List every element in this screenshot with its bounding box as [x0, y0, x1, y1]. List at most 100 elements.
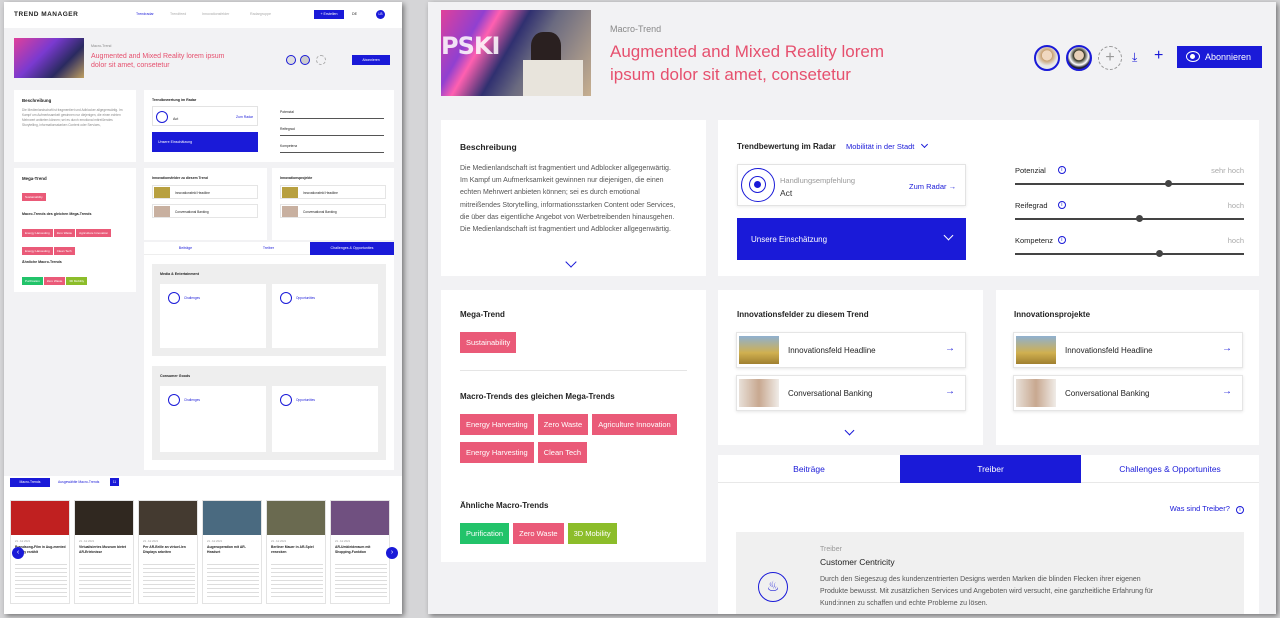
- what-are-drivers-link[interactable]: Was sind Treiber? i: [1170, 504, 1244, 514]
- innov-field-item-mini[interactable]: Innovationsfeld Headline: [152, 185, 258, 199]
- innov-project-item-mini[interactable]: Conversational Banking: [280, 204, 386, 218]
- similar-trend-tag[interactable]: Zero Waste: [513, 523, 564, 544]
- tab-macro-trends[interactable]: Macro-Trends: [10, 478, 50, 487]
- similar-tag-mini[interactable]: Zero Waste: [43, 277, 66, 285]
- slider-track[interactable]: [1015, 253, 1244, 255]
- innovation-project-item[interactable]: Conversational Banking →: [1013, 375, 1243, 411]
- slider-track-mini[interactable]: [280, 118, 384, 119]
- innov-field-item-mini[interactable]: Conversational Banking: [152, 204, 258, 218]
- add-follower-icon[interactable]: [316, 55, 326, 65]
- follower-avatar[interactable]: [300, 55, 310, 65]
- subscribe-button[interactable]: Abonnieren: [1177, 46, 1262, 68]
- macro-trend-tag[interactable]: Clean Tech: [537, 442, 588, 463]
- next-arrow-icon[interactable]: ›: [386, 547, 398, 559]
- macro-tag-mini[interactable]: Zero Waste: [53, 229, 76, 237]
- rating-card: Trendbewertung im Radar Mobilität in der…: [718, 120, 1259, 276]
- slider-hint: hoch: [1227, 236, 1244, 245]
- tab-challenges[interactable]: Challenges & Opportunites: [1081, 455, 1259, 483]
- count-badge: 11: [110, 478, 119, 486]
- radar-select[interactable]: Mobilität in der Stadt: [846, 140, 929, 151]
- assessment-dropdown[interactable]: Unsere Einschätzung: [737, 218, 966, 260]
- nav-radargruppe[interactable]: Radargruppe: [250, 12, 271, 16]
- app-logo[interactable]: TREND MANAGER: [14, 11, 78, 18]
- news-card[interactable]: 21. Jul 2021 Virtualisiertes Museum biet…: [74, 500, 134, 604]
- news-title: AR-Umkleideraum mit Shopping-Funktion: [335, 545, 371, 554]
- macro-trends-title: Macro-Trends des gleichen Mega-Trends: [460, 392, 615, 401]
- slider-track-mini[interactable]: [280, 135, 384, 136]
- info-icon[interactable]: i: [1057, 166, 1066, 174]
- info-icon[interactable]: i: [1057, 236, 1066, 244]
- slider-track[interactable]: [1015, 218, 1244, 220]
- follower-avatar[interactable]: [286, 55, 296, 65]
- news-card[interactable]: 21. Jul 2021 AR-Umkleideraum mit Shoppin…: [330, 500, 390, 604]
- to-radar-link-mini[interactable]: Zum Radar: [236, 115, 253, 119]
- driver-overline: Treiber: [820, 546, 842, 553]
- macro-tag-mini[interactable]: Energy Harvesting: [22, 247, 53, 255]
- slider-knob[interactable]: [1156, 250, 1164, 257]
- header-image: PSKI: [441, 10, 591, 96]
- mega-tag-mini[interactable]: Sustainability: [22, 193, 46, 201]
- slider-knob[interactable]: [1165, 180, 1173, 187]
- news-image: [331, 501, 389, 535]
- slider-knob[interactable]: [1135, 215, 1143, 222]
- nav-trendfeed[interactable]: Trendfeed: [170, 12, 186, 16]
- tab-beitraege-mini[interactable]: Beiträge: [144, 242, 227, 255]
- innovation-field-item[interactable]: Conversational Banking →: [736, 375, 966, 411]
- prev-arrow-icon[interactable]: ‹: [12, 547, 24, 559]
- to-radar-link[interactable]: Zum Radar →: [909, 182, 956, 191]
- news-card[interactable]: 21. Jul 2021 Berliner Mauer in AR-Spiel …: [266, 500, 326, 604]
- slider-track-mini[interactable]: [280, 152, 384, 153]
- nav-innovationsfelder[interactable]: Innovationsfelder: [202, 12, 229, 16]
- tab-beitraege[interactable]: Beiträge: [718, 455, 900, 483]
- similar-trend-tag[interactable]: Purification: [460, 523, 510, 544]
- macro-tag-mini[interactable]: Agriculture Innovation: [76, 229, 112, 237]
- innovation-project-item[interactable]: Innovationsfeld Headline →: [1013, 332, 1243, 368]
- similar-tag-mini[interactable]: 3D Mobility: [66, 277, 88, 285]
- tab-challenges-mini[interactable]: Challenges & Opportunites: [310, 242, 394, 255]
- tab-treiber[interactable]: Treiber: [900, 455, 1081, 483]
- innovation-field-item[interactable]: Innovationsfeld Headline →: [736, 332, 966, 368]
- add-follower-icon[interactable]: +: [1098, 46, 1122, 70]
- driver-item[interactable]: Treiber Customer Centricity Durch den Si…: [736, 532, 1244, 614]
- expand-chevron-icon[interactable]: [844, 425, 855, 436]
- macro-tag-mini[interactable]: Energy Harvesting: [22, 229, 53, 237]
- news-card[interactable]: 21. Jul 2021 Per AR-Brille an virtuel-le…: [138, 500, 198, 604]
- follower-avatar[interactable]: [1066, 45, 1092, 71]
- add-icon[interactable]: +: [1154, 47, 1163, 65]
- recommendation-value-mini: Act: [173, 117, 179, 121]
- news-title: Berliner Mauer in AR-Spiel erwecken: [271, 545, 314, 554]
- avatar[interactable]: LB: [376, 10, 385, 19]
- challenges-card-mini: Beiträge Treiber Challenges & Opportunit…: [144, 242, 394, 470]
- news-date: 21. Jul 2021: [79, 539, 95, 543]
- assessment-button-mini[interactable]: Unsere Einschätzung: [152, 132, 258, 152]
- nav-trendradar[interactable]: Trendradar: [136, 12, 154, 16]
- thumbnail: [739, 336, 779, 364]
- macro-tag-mini[interactable]: Clean Tech: [53, 247, 75, 255]
- tab-bar: Beiträge Treiber Challenges & Opportunit…: [718, 455, 1259, 483]
- follower-avatar[interactable]: [1034, 45, 1060, 71]
- tab-treiber-mini[interactable]: Treiber: [227, 242, 310, 255]
- thumbnail: [1016, 379, 1056, 407]
- macro-trend-tag[interactable]: Agriculture Innovation: [592, 414, 677, 435]
- challenge-section-mini: Media & Entertainment Challenges Opportu…: [152, 264, 386, 356]
- language-select[interactable]: DE: [352, 12, 357, 16]
- innov-projects-title-mini: Innovationsprojekte: [280, 176, 313, 180]
- create-button[interactable]: + Erstellen: [314, 10, 344, 19]
- thumbnail: [739, 379, 779, 407]
- similar-trends-title: Ähnliche Macro-Trends: [460, 501, 549, 510]
- slider-track[interactable]: [1015, 183, 1244, 185]
- header-image: [14, 38, 84, 78]
- news-card[interactable]: 21. Jul 2021 Augenoperation mit AR-Heads…: [202, 500, 262, 604]
- download-icon[interactable]: ⤓: [1132, 50, 1137, 65]
- macro-trend-tag[interactable]: Energy Harvesting: [460, 414, 534, 435]
- similar-tag-mini[interactable]: Purification: [22, 277, 43, 285]
- macro-trend-tag[interactable]: Energy Harvesting: [460, 442, 534, 463]
- info-icon[interactable]: i: [1057, 201, 1066, 209]
- mega-trend-tag[interactable]: Sustainability: [460, 332, 517, 353]
- macro-trend-tag[interactable]: Zero Waste: [537, 414, 589, 435]
- innov-project-item-mini[interactable]: Innovationsfeld Headline: [280, 185, 386, 199]
- similar-trend-tag[interactable]: 3D Mobility: [567, 523, 617, 544]
- subscribe-button[interactable]: Abonnieren: [352, 55, 390, 65]
- tab-selected-macro-trends[interactable]: Ausgewählte Macro-Trends: [58, 480, 99, 484]
- expand-chevron-icon[interactable]: [565, 256, 577, 268]
